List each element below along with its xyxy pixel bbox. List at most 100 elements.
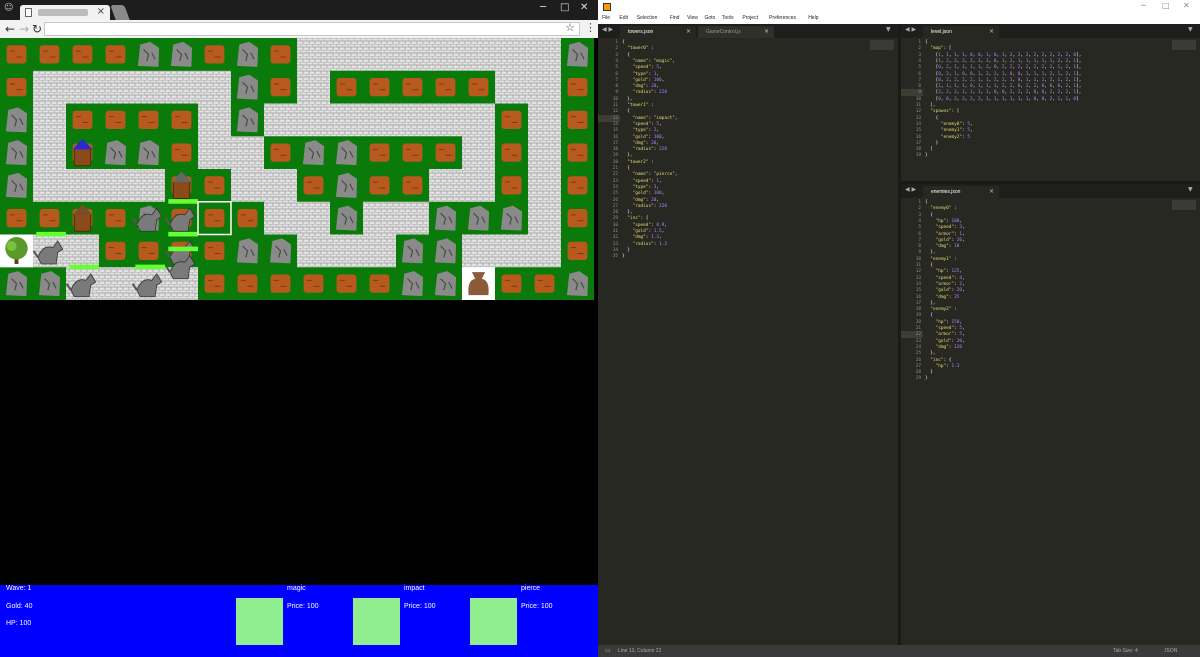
browser-tab-active[interactable]: ×: [20, 5, 110, 20]
minimap-viewport[interactable]: [1172, 200, 1196, 210]
tile-path[interactable]: [462, 234, 496, 268]
tab-close-icon[interactable]: ×: [989, 26, 994, 38]
tile-path[interactable]: [462, 103, 496, 137]
tile-grass-dirt[interactable]: [297, 169, 331, 203]
file-tab[interactable]: level.json ×: [923, 26, 999, 38]
tile-grass-dirt[interactable]: [396, 169, 430, 203]
tile-path[interactable]: [297, 70, 331, 104]
tile-grass-dirt[interactable]: [396, 136, 430, 170]
tile-path[interactable]: [495, 38, 529, 72]
tile-grass-rock[interactable]: [330, 169, 364, 203]
tile-path[interactable]: [297, 201, 331, 235]
menu-help[interactable]: Help: [808, 15, 818, 21]
tile-path[interactable]: [33, 70, 67, 104]
tile-path[interactable]: [198, 136, 232, 170]
tile-grass-dirt[interactable]: [495, 103, 529, 137]
tile-path[interactable]: [132, 70, 166, 104]
tile-grass-rock[interactable]: [297, 136, 331, 170]
tile-path[interactable]: [165, 70, 199, 104]
minimap[interactable]: [1164, 198, 1200, 256]
browser-menu-icon[interactable]: ⋮: [585, 21, 596, 34]
pierce-tower-buy-button[interactable]: [470, 598, 517, 645]
tile-path[interactable]: [429, 103, 463, 137]
tile-path[interactable]: [528, 38, 562, 72]
tab-close-icon[interactable]: ×: [764, 26, 769, 38]
tile-path[interactable]: [462, 38, 496, 72]
tile-path[interactable]: [297, 103, 331, 137]
tile-path[interactable]: [66, 234, 100, 268]
tile-grass-dirt[interactable]: [165, 136, 199, 170]
tab-scroll-arrows-icon[interactable]: ◀ ▶: [905, 26, 916, 33]
tree-icon[interactable]: [0, 234, 33, 268]
tile-grass-rock[interactable]: [99, 136, 133, 170]
panel-toggle-icon[interactable]: ▭: [605, 647, 611, 654]
tab-size-indicator[interactable]: Tab Size: 4: [1113, 648, 1138, 654]
tile-path[interactable]: [231, 136, 265, 170]
tile-grass-dirt[interactable]: [561, 234, 594, 268]
tile-grass-rock[interactable]: [0, 136, 34, 170]
tile-grass-rock[interactable]: [231, 234, 265, 268]
editor-pane-level[interactable]: ◀ ▶ level.json × ▼ 1 2 3 4 5 6 7 8 9 10 11 12 13 14 15 16 17…: [901, 24, 1200, 181]
tile-grass-dirt[interactable]: [198, 201, 232, 235]
menu-file[interactable]: File: [602, 15, 610, 21]
editor-maximize-button[interactable]: □: [1162, 1, 1170, 10]
tile-grass-dirt[interactable]: [0, 38, 34, 72]
tile-grass-dirt[interactable]: [33, 38, 67, 72]
tab-close-icon[interactable]: ×: [686, 26, 691, 38]
editor-pane-enemies[interactable]: ◀ ▶ enemies.json × ▼ 1 2 3 4 5 6 7 8 9 10 11 12 13 14 15 16…: [901, 184, 1200, 645]
tile-grass-rock[interactable]: [132, 136, 166, 170]
tile-path[interactable]: [264, 201, 298, 235]
tile-grass-dirt[interactable]: [66, 38, 100, 72]
tile-grass-dirt[interactable]: [132, 103, 166, 137]
tile-grass-dirt[interactable]: [231, 267, 265, 300]
tile-grass-rock[interactable]: [0, 169, 34, 203]
tile-grass-dirt[interactable]: [99, 201, 133, 235]
tile-grass-dirt[interactable]: [0, 70, 34, 104]
bookmark-star-icon[interactable]: ☆: [565, 21, 575, 34]
tile-grass-dirt[interactable]: [363, 267, 397, 300]
tile-grass-dirt[interactable]: [396, 70, 430, 104]
tile-grass-dirt[interactable]: [0, 201, 34, 235]
tile-grass-dirt[interactable]: [462, 70, 496, 104]
tile-grass-dirt[interactable]: [165, 103, 199, 137]
tile-grass-dirt[interactable]: [198, 38, 232, 72]
tile-path[interactable]: [396, 201, 430, 235]
tile-path[interactable]: [528, 234, 562, 268]
tile-grass-dirt[interactable]: [132, 234, 166, 268]
tile-path[interactable]: [528, 103, 562, 137]
tile-grass-dirt[interactable]: [429, 70, 463, 104]
tile-path[interactable]: [99, 70, 133, 104]
tile-grass-rock[interactable]: [33, 267, 67, 300]
tile-grass-dirt[interactable]: [363, 70, 397, 104]
game-board[interactable]: [0, 38, 594, 300]
tile-path[interactable]: [528, 70, 562, 104]
tile-path[interactable]: [462, 136, 496, 170]
menu-selection[interactable]: Selection: [637, 15, 658, 21]
tab-close-icon[interactable]: ×: [989, 186, 994, 198]
tile-path[interactable]: [66, 70, 100, 104]
tile-path[interactable]: [528, 169, 562, 203]
tile-grass-dirt[interactable]: [495, 267, 529, 300]
tile-path[interactable]: [264, 103, 298, 137]
gold-bag-icon[interactable]: [462, 267, 495, 300]
tile-grass-dirt[interactable]: [264, 136, 298, 170]
tile-grass-dirt[interactable]: [561, 136, 594, 170]
tab-dropdown-icon[interactable]: ▼: [1188, 186, 1193, 193]
menu-edit[interactable]: Edit: [619, 15, 628, 21]
tile-path[interactable]: [99, 169, 133, 203]
tile-grass-dirt[interactable]: [264, 70, 298, 104]
tab-scroll-arrows-icon[interactable]: ◀ ▶: [905, 186, 916, 193]
tile-path[interactable]: [363, 103, 397, 137]
tile-grass-rock[interactable]: [396, 267, 430, 300]
tile-path[interactable]: [528, 201, 562, 235]
tile-grass-dirt[interactable]: [99, 38, 133, 72]
tile-grass-rock[interactable]: [231, 103, 265, 137]
tile-grass-dirt[interactable]: [66, 103, 100, 137]
tile-path[interactable]: [396, 103, 430, 137]
file-tab[interactable]: towers.json ×: [620, 26, 696, 38]
tab-scroll-arrows-icon[interactable]: ◀ ▶: [602, 26, 613, 33]
tile-grass-rock[interactable]: [495, 201, 529, 235]
minimap[interactable]: [1164, 38, 1200, 76]
tile-grass-dirt[interactable]: [198, 234, 232, 268]
tile-path[interactable]: [264, 169, 298, 203]
